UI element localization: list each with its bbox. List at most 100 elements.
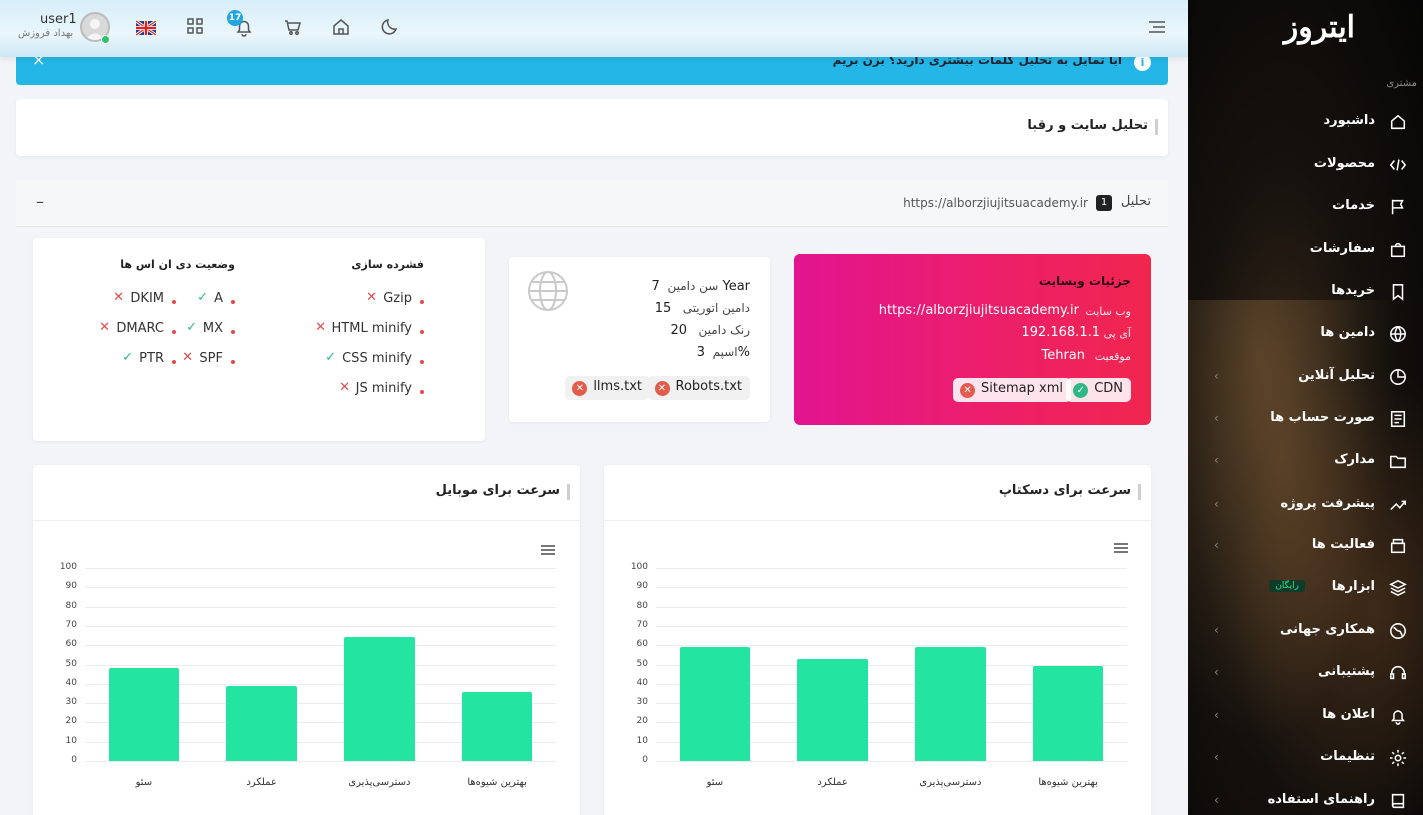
check-icon: ✓ xyxy=(122,350,133,365)
compression-title: فشرده سازی xyxy=(351,258,424,271)
sidebar-item-6[interactable]: تحلیل آنلاین ‹ xyxy=(1188,363,1423,391)
y-tick-label: 100 xyxy=(630,562,648,572)
dns-label: SPF xyxy=(199,351,223,366)
compression-label: CSS minify xyxy=(342,351,412,366)
globe-icon xyxy=(527,270,569,316)
world-icon xyxy=(1389,622,1407,640)
chart-bar[interactable] xyxy=(344,637,415,761)
sidebar-item-label: داشبورد xyxy=(1323,113,1375,128)
compression-dns-card: فشرده سازی وضعیت دی ان اس ها Gzip ✕ HTML m… xyxy=(33,238,485,441)
y-tick-label: 80 xyxy=(65,600,77,611)
sidebar-item-10[interactable]: فعالیت ها ‹ xyxy=(1188,532,1423,560)
cart-icon[interactable] xyxy=(283,17,305,39)
sidebar-item-14[interactable]: اعلان ها ‹ xyxy=(1188,702,1423,730)
close-icon: ✕ xyxy=(99,320,110,335)
chevron-left-icon: ‹ xyxy=(1214,538,1219,552)
sidebar-item-1[interactable]: محصولات xyxy=(1188,151,1423,179)
sidebar-item-label: ابزارها xyxy=(1331,579,1375,594)
collapse-button[interactable]: – xyxy=(36,192,44,211)
check-icon: ✓ xyxy=(197,290,208,305)
dns-label: MX xyxy=(202,321,223,336)
sidebar-item-5[interactable]: دامین ها xyxy=(1188,320,1423,348)
y-tick-label: 100 xyxy=(59,562,77,572)
y-tick-label: 0 xyxy=(642,755,648,765)
chevron-left-icon: ‹ xyxy=(1214,369,1219,383)
check-icon: ✓ xyxy=(1073,383,1089,398)
flag-icon xyxy=(1389,198,1407,216)
globe-icon xyxy=(1389,325,1407,343)
menu-icon[interactable] xyxy=(1147,17,1169,39)
stat-spam: اسپم 3% xyxy=(696,345,750,360)
dns-title: وضعیت دی ان اس ها xyxy=(120,258,235,271)
sidebar-item-label: دامین ها xyxy=(1320,325,1375,340)
gridline xyxy=(85,587,556,589)
y-tick-label: 20 xyxy=(65,716,77,727)
username[interactable]: user1 xyxy=(40,12,77,27)
chart-bar[interactable] xyxy=(108,668,180,761)
sidebar-item-12[interactable]: همکاری جهانی ‹ xyxy=(1188,617,1423,645)
stat-domain-age: سن دامین 7 Year xyxy=(651,279,750,294)
y-tick-label: 80 xyxy=(636,600,648,611)
details-title: جزئیات وبسایت xyxy=(1038,274,1131,288)
x-tick-label: بهترین شیوه‌ها xyxy=(467,777,527,788)
chart-bar[interactable] xyxy=(915,647,986,761)
sidebar-item-4[interactable]: خریدها xyxy=(1188,278,1423,306)
app-logo[interactable]: ایتروز xyxy=(1284,10,1356,45)
chart-bar[interactable] xyxy=(461,691,533,761)
sidebar-item-label: مدارک xyxy=(1334,452,1375,467)
dns-label: DMARC xyxy=(116,321,164,336)
invoice-icon xyxy=(1389,410,1407,428)
compression-label: Gzip xyxy=(383,291,412,306)
sidebar-item-7[interactable]: صورت حساب ها ‹ xyxy=(1188,405,1423,433)
chart-menu-icon[interactable] xyxy=(1114,543,1128,553)
x-tick-label: عملکرد xyxy=(817,777,848,788)
chart-bar[interactable] xyxy=(226,685,297,761)
sidebar-item-13[interactable]: پشتیبانی ‹ xyxy=(1188,659,1423,687)
sidebar-item-label: همکاری جهانی xyxy=(1280,622,1375,637)
x-tick-label: دسترسی‌پذیری xyxy=(919,777,982,788)
analysis-header[interactable]: – https://alborzjiujitsuacademy.ir 1 تحل… xyxy=(16,180,1168,227)
detail-value-website[interactable]: https://alborzjiujitsuacademy.ir xyxy=(879,303,1079,318)
apps-grid-icon[interactable] xyxy=(186,17,208,39)
moon-icon[interactable] xyxy=(380,17,402,39)
gridline xyxy=(85,645,556,647)
bullet-dot xyxy=(172,360,176,364)
y-tick-label: 20 xyxy=(636,716,648,727)
mobile-speed-card: سرعت برای موبایل 0 10 20 30 40 50 60 70 80 90 100 ب… xyxy=(33,465,580,815)
gridline xyxy=(85,761,556,762)
mobile-chart-title: سرعت برای موبایل xyxy=(435,483,560,498)
sidebar-item-3[interactable]: سفارشات xyxy=(1188,236,1423,264)
sidebar-item-9[interactable]: پیشرفت پروژه ‹ xyxy=(1188,491,1423,519)
home-icon[interactable] xyxy=(331,17,353,39)
sidebar-item-11[interactable]: ابزارها رایگان xyxy=(1188,574,1423,602)
gridline xyxy=(85,606,556,608)
sidebar-item-0[interactable]: داشبورد xyxy=(1188,108,1423,136)
chart-bar[interactable] xyxy=(679,647,751,761)
chart-bar[interactable] xyxy=(1032,666,1104,761)
flag-uk-icon[interactable] xyxy=(135,19,157,37)
x-tick-label: سئو xyxy=(135,777,153,788)
bullet-dot xyxy=(172,300,176,304)
close-icon: ✕ xyxy=(654,381,670,396)
x-tick-label: سئو xyxy=(706,777,724,788)
close-icon: ✕ xyxy=(315,320,326,335)
analysis-url: https://alborzjiujitsuacademy.ir xyxy=(903,196,1088,210)
bullet-dot xyxy=(231,330,235,334)
close-icon: ✕ xyxy=(182,350,193,365)
close-icon: ✕ xyxy=(113,290,124,305)
chart-menu-icon[interactable] xyxy=(541,545,555,555)
sidebar-item-label: خدمات xyxy=(1332,198,1375,213)
chevron-left-icon: ‹ xyxy=(1214,665,1219,679)
sidebar-item-16[interactable]: راهنمای استفاده ‹ xyxy=(1188,787,1423,815)
stat-domain-rank: رنک دامین 20 xyxy=(670,323,750,338)
sidebar-item-15[interactable]: تنظیمات ‹ xyxy=(1188,744,1423,772)
chart-bar[interactable] xyxy=(797,658,868,761)
desktop-speed-card: سرعت برای دسکتاپ 0 10 20 30 40 50 60 70 80 90 100 ب… xyxy=(604,465,1151,815)
sidebar-item-8[interactable]: مدارک ‹ xyxy=(1188,447,1423,475)
y-tick-label: 10 xyxy=(636,735,648,746)
y-tick-label: 30 xyxy=(636,697,648,708)
compression-label: HTML minify xyxy=(331,321,412,336)
bullet-dot xyxy=(420,390,424,394)
sidebar-item-2[interactable]: خدمات xyxy=(1188,193,1423,221)
bullet-dot xyxy=(231,360,235,364)
